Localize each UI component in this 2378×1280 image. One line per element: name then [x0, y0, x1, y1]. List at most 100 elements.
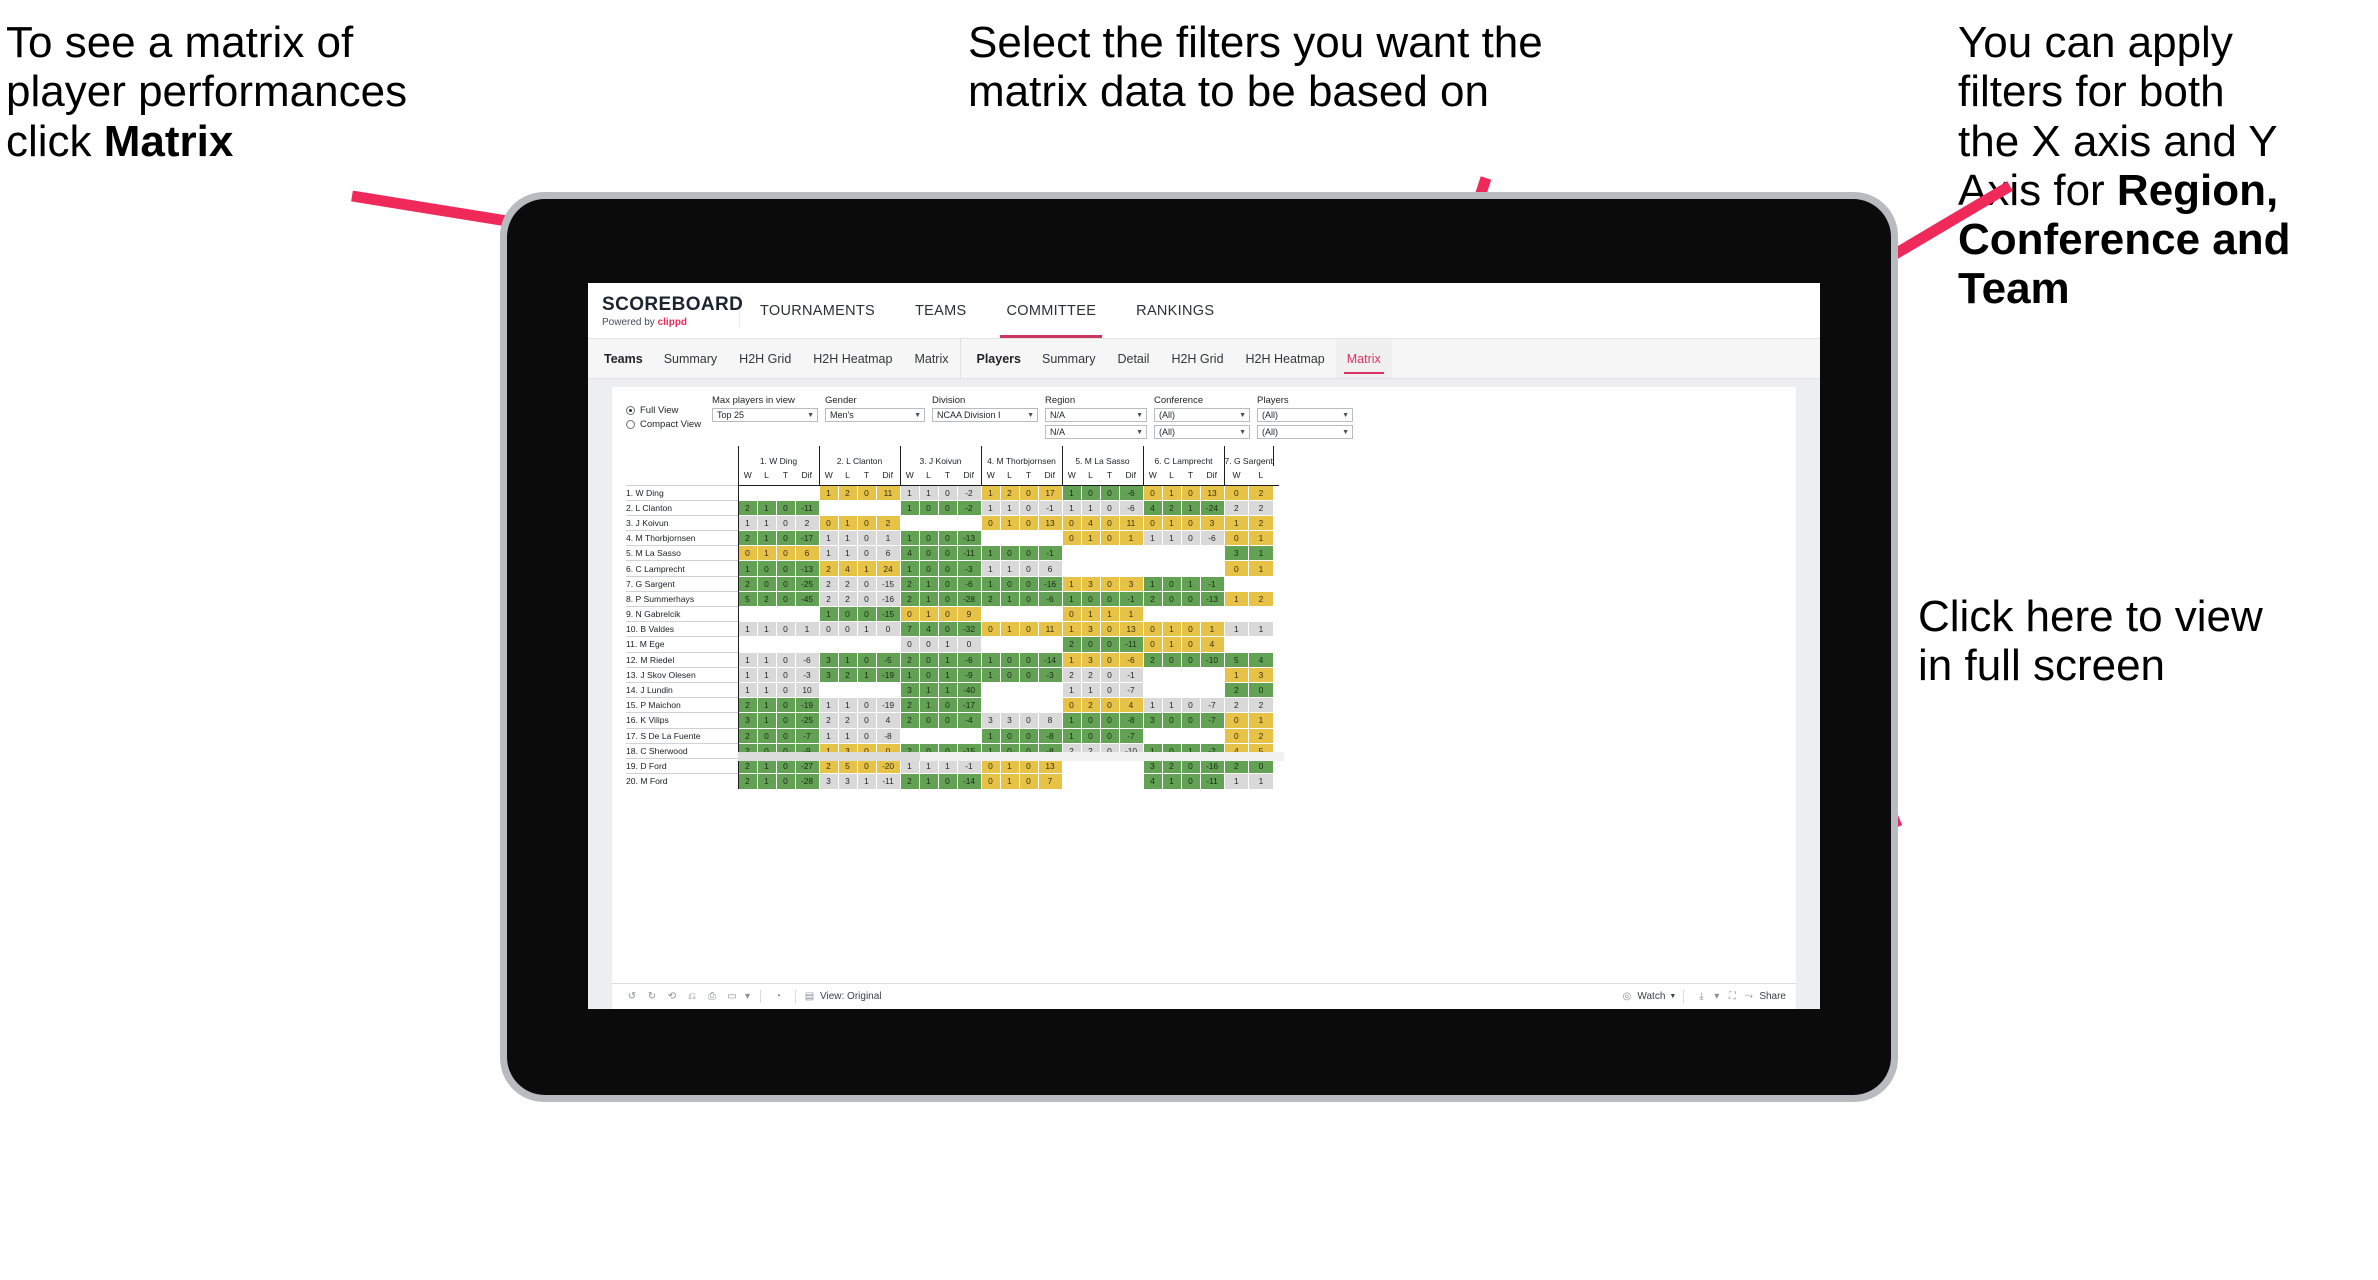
- matrix-column-player-header[interactable]: 4. M Thorbjornsen: [980, 446, 1062, 466]
- matrix-cell[interactable]: 0: [1223, 484, 1250, 501]
- matrix-cell[interactable]: [1162, 681, 1182, 698]
- matrix-cell[interactable]: 1: [938, 681, 958, 698]
- matrix-cell[interactable]: 0: [919, 530, 939, 546]
- matrix-cell[interactable]: 1: [899, 560, 920, 577]
- matrix-cell[interactable]: 1: [1119, 530, 1144, 546]
- matrix-cell[interactable]: [1142, 560, 1163, 577]
- matrix-cell[interactable]: 0: [1181, 712, 1201, 728]
- matrix-cell[interactable]: 1: [1248, 545, 1274, 561]
- matrix-cell[interactable]: -40: [957, 681, 982, 698]
- matrix-cell[interactable]: 2: [876, 514, 901, 531]
- matrix-cell[interactable]: 1: [818, 727, 839, 744]
- matrix-cell[interactable]: [795, 605, 820, 622]
- tab-teams-h2h-grid[interactable]: H2H Grid: [728, 339, 802, 378]
- nav-item-teams[interactable]: TEAMS: [895, 283, 986, 338]
- matrix-cell[interactable]: [1000, 530, 1020, 546]
- matrix-cell[interactable]: 2: [899, 575, 920, 592]
- matrix-cell[interactable]: 0: [1061, 530, 1082, 546]
- matrix-cell[interactable]: [1162, 666, 1182, 683]
- matrix-cell[interactable]: 3: [1248, 666, 1274, 683]
- matrix-cell[interactable]: 1: [980, 499, 1001, 516]
- matrix-cell[interactable]: 1: [1162, 484, 1182, 501]
- matrix-cell[interactable]: 1: [919, 590, 939, 607]
- matrix-cell[interactable]: [1181, 605, 1201, 622]
- matrix-cell[interactable]: 1: [980, 575, 1001, 592]
- matrix-cell[interactable]: 1: [1081, 499, 1101, 516]
- matrix-cell[interactable]: -13: [795, 560, 820, 577]
- matrix-cell[interactable]: 13: [1200, 484, 1225, 501]
- matrix-cell[interactable]: [1181, 666, 1201, 683]
- matrix-cell[interactable]: -7: [1119, 727, 1144, 744]
- matrix-row-player-label[interactable]: 5. M La Sasso: [626, 545, 739, 561]
- matrix-cell[interactable]: 3: [818, 651, 839, 668]
- matrix-cell[interactable]: 1: [757, 773, 777, 789]
- matrix-cell[interactable]: 0: [1100, 621, 1120, 637]
- matrix-cell[interactable]: 2: [1081, 697, 1101, 713]
- tab-teams-summary[interactable]: Summary: [653, 339, 728, 378]
- matrix-cell[interactable]: 0: [1223, 530, 1250, 546]
- matrix-cell[interactable]: -19: [876, 697, 901, 713]
- matrix-cell[interactable]: [980, 681, 1001, 698]
- matrix-cell[interactable]: 3: [1223, 545, 1250, 561]
- filter-division-select[interactable]: NCAA Division I ▼: [932, 408, 1038, 422]
- matrix-cell[interactable]: 0: [857, 545, 877, 561]
- matrix-cell[interactable]: 11: [876, 484, 901, 501]
- matrix-cell[interactable]: 0: [776, 773, 796, 789]
- matrix-cell[interactable]: 0: [1162, 575, 1182, 592]
- matrix-row-player-label[interactable]: 10. B Valdes: [626, 621, 739, 637]
- matrix-cell[interactable]: 0: [1019, 575, 1039, 592]
- matrix-cell[interactable]: 1: [838, 727, 858, 744]
- matrix-cell[interactable]: [919, 514, 939, 531]
- matrix-cell[interactable]: [1019, 636, 1039, 653]
- matrix-cell[interactable]: 0: [919, 560, 939, 577]
- matrix-cell[interactable]: -11: [1119, 636, 1144, 653]
- matrix-cell[interactable]: [838, 636, 858, 653]
- matrix-cell[interactable]: 1: [1000, 773, 1020, 789]
- matrix-cell[interactable]: 4: [1142, 499, 1163, 516]
- matrix-cell[interactable]: 1: [1061, 712, 1082, 728]
- matrix-cell[interactable]: 0: [1019, 666, 1039, 683]
- matrix-cell[interactable]: 1: [1061, 575, 1082, 592]
- matrix-cell[interactable]: 0: [1019, 651, 1039, 668]
- matrix-cell[interactable]: 2: [838, 666, 858, 683]
- matrix-cell[interactable]: 1: [980, 484, 1001, 501]
- matrix-cell[interactable]: 3: [899, 681, 920, 698]
- matrix-cell[interactable]: 0: [757, 560, 777, 577]
- matrix-cell[interactable]: 1: [919, 484, 939, 501]
- matrix-cell[interactable]: -2: [957, 484, 982, 501]
- matrix-cell[interactable]: 4: [1119, 697, 1144, 713]
- matrix-cell[interactable]: 11: [1119, 514, 1144, 531]
- filter-max-players-select[interactable]: Top 25 ▼: [712, 408, 818, 422]
- matrix-cell[interactable]: 3: [1000, 712, 1020, 728]
- matrix-cell[interactable]: 0: [1142, 636, 1163, 653]
- matrix-cell[interactable]: 0: [938, 712, 958, 728]
- matrix-cell[interactable]: 1: [757, 514, 777, 531]
- matrix-cell[interactable]: 1: [938, 666, 958, 683]
- matrix-cell[interactable]: 2: [1223, 499, 1250, 516]
- matrix-cell[interactable]: [1200, 545, 1225, 561]
- matrix-row-player-label[interactable]: 20. M Ford: [626, 773, 739, 789]
- matrix-cell[interactable]: -3: [795, 666, 820, 683]
- matrix-cell[interactable]: -25: [795, 575, 820, 592]
- matrix-cell[interactable]: [1119, 560, 1144, 577]
- matrix-cell[interactable]: 4: [919, 621, 939, 637]
- matrix-cell[interactable]: 0: [857, 530, 877, 546]
- matrix-column-player-header[interactable]: 5. M La Sasso: [1061, 446, 1143, 466]
- matrix-cell[interactable]: 17: [1038, 484, 1063, 501]
- matrix-row-player-label[interactable]: 8. P Summerhays: [626, 590, 739, 607]
- matrix-cell[interactable]: 0: [1181, 484, 1201, 501]
- brand-logo[interactable]: SCOREBOARD Powered by clippd: [588, 293, 743, 328]
- matrix-cell[interactable]: 0: [1181, 697, 1201, 713]
- matrix-cell[interactable]: 0: [857, 651, 877, 668]
- filter-region-y-select[interactable]: N/A ▼: [1045, 425, 1147, 439]
- matrix-cell[interactable]: 1: [919, 773, 939, 789]
- matrix-cell[interactable]: 0: [1019, 545, 1039, 561]
- matrix-cell[interactable]: 2: [1248, 590, 1274, 607]
- matrix-cell[interactable]: 0: [1081, 484, 1101, 501]
- matrix-cell[interactable]: -7: [1200, 712, 1225, 728]
- matrix-cell[interactable]: 0: [1181, 514, 1201, 531]
- matrix-cell[interactable]: 1: [838, 697, 858, 713]
- matrix-cell[interactable]: [1142, 681, 1163, 698]
- matrix-cell[interactable]: 0: [818, 621, 839, 637]
- matrix-cell[interactable]: 0: [919, 651, 939, 668]
